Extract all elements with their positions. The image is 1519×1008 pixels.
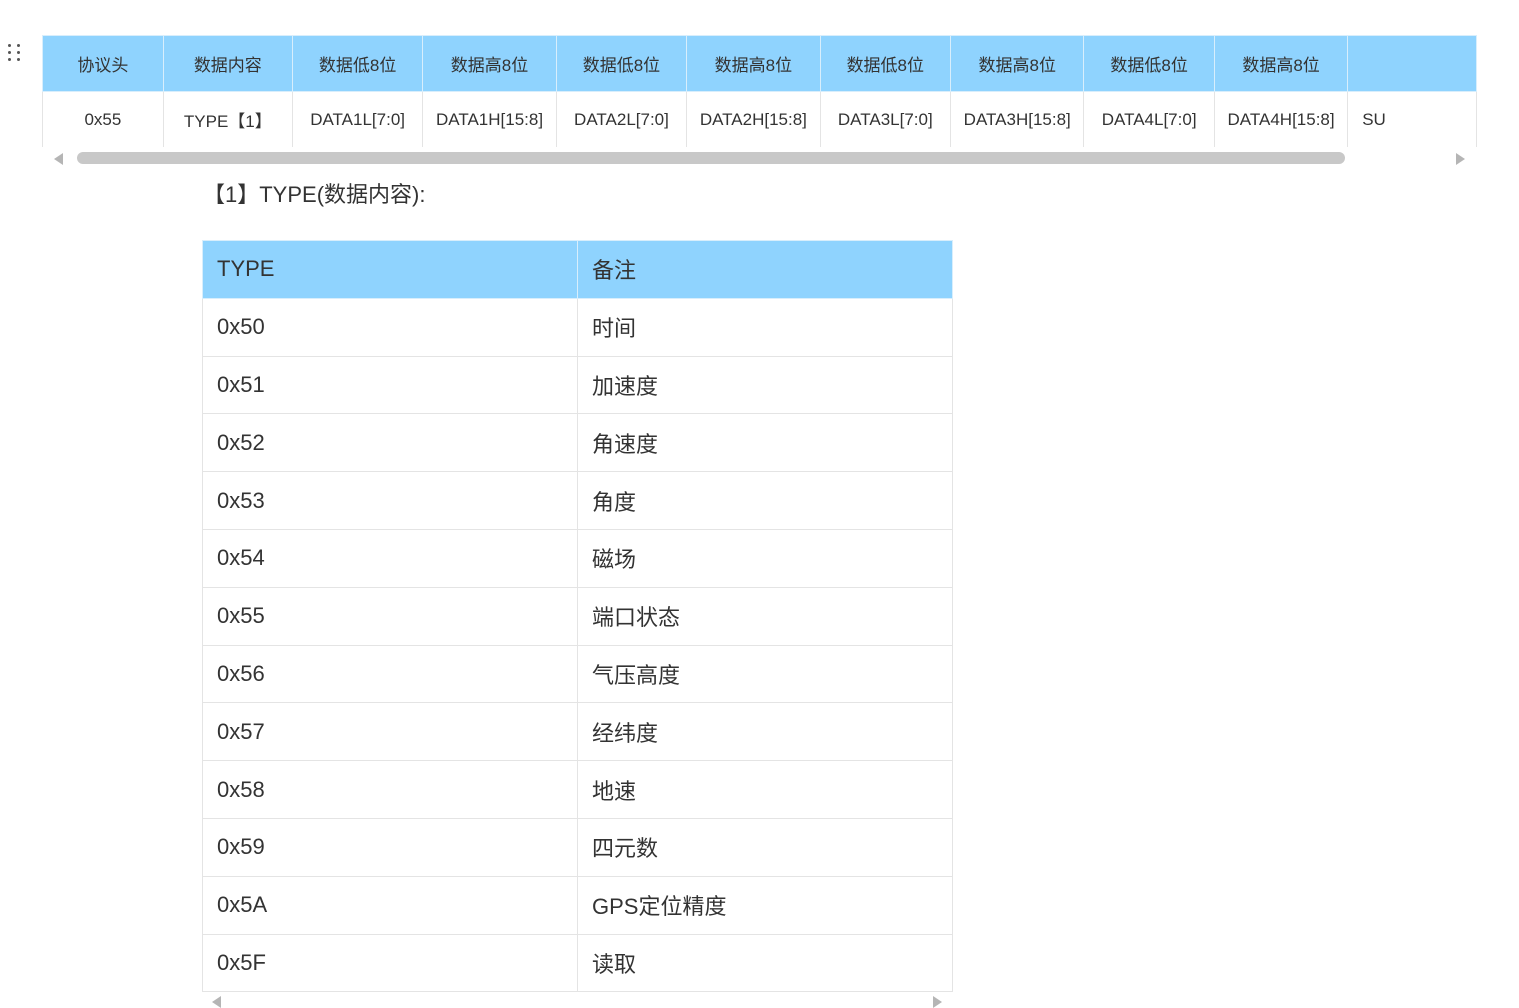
table-row: 0x5F 读取 xyxy=(202,933,953,993)
protocol-header-cell: 数据高8位 xyxy=(422,35,557,92)
type-remark-cell: 磁场 xyxy=(577,528,953,588)
protocol-header-cell: 数据低8位 xyxy=(555,35,688,92)
protocol-header-cell: 数据高8位 xyxy=(950,35,1085,92)
scroll-left-arrow-icon[interactable] xyxy=(212,996,221,1008)
type-remark-cell: 端口状态 xyxy=(577,586,953,646)
type-remark-cell: 读取 xyxy=(577,933,953,993)
type-remark-cell: 角度 xyxy=(577,471,953,530)
type-code-cell: 0x57 xyxy=(202,702,578,762)
remark-header-cell: 备注 xyxy=(577,240,953,299)
type-table-scrollbar[interactable] xyxy=(212,995,942,1008)
type-code-cell: 0x50 xyxy=(202,297,578,357)
protocol-cell: SU xyxy=(1347,91,1477,147)
drag-handle-icon[interactable] xyxy=(8,44,22,64)
type-remark-cell: 时间 xyxy=(577,297,953,357)
type-remark-cell: GPS定位精度 xyxy=(577,875,953,935)
type-code-cell: 0x59 xyxy=(202,817,578,877)
type-code-cell: 0x53 xyxy=(202,471,578,530)
table-row: 0x55 端口状态 xyxy=(202,586,953,646)
table-row: 0x54 磁场 xyxy=(202,528,953,588)
protocol-header-cell: 数据高8位 xyxy=(686,35,821,92)
protocol-cell: DATA3H[15:8] xyxy=(950,91,1085,147)
table-row: 0x5A GPS定位精度 xyxy=(202,875,953,935)
scroll-left-arrow-icon[interactable] xyxy=(54,153,63,165)
type-code-cell: 0x56 xyxy=(202,644,578,704)
protocol-cell: DATA1H[15:8] xyxy=(422,91,557,147)
protocol-table: 协议头 数据内容 数据低8位 数据高8位 数据低8位 数据高8位 数据低8位 数… xyxy=(42,35,1477,147)
table-row: 0x59 四元数 xyxy=(202,817,953,877)
protocol-header-cell: 数据高8位 xyxy=(1213,35,1349,92)
type-code-cell: 0x54 xyxy=(202,528,578,588)
type-remark-cell: 加速度 xyxy=(577,355,953,415)
page: 协议头 数据内容 数据低8位 数据高8位 数据低8位 数据高8位 数据低8位 数… xyxy=(0,0,1519,1008)
type-remark-cell: 地速 xyxy=(577,760,953,819)
type-section-heading: 【1】TYPE(数据内容): xyxy=(203,182,426,207)
scroll-right-arrow-icon[interactable] xyxy=(933,996,942,1008)
type-code-cell: 0x55 xyxy=(202,586,578,646)
table-row: 0x50 时间 xyxy=(202,297,953,357)
protocol-table-container: 协议头 数据内容 数据低8位 数据高8位 数据低8位 数据高8位 数据低8位 数… xyxy=(42,35,1477,147)
type-remark-cell: 四元数 xyxy=(577,817,953,877)
protocol-cell: DATA2H[15:8] xyxy=(686,91,821,147)
protocol-cell: DATA4H[15:8] xyxy=(1213,91,1349,147)
protocol-cell: DATA4L[7:0] xyxy=(1083,91,1215,147)
protocol-cell: TYPE【1】 xyxy=(162,91,293,147)
protocol-table-scrollbar[interactable] xyxy=(52,150,1467,166)
table-row: 0x58 地速 xyxy=(202,760,953,819)
table-row: 0x57 经纬度 xyxy=(202,702,953,762)
type-remark-cell: 角速度 xyxy=(577,413,953,473)
protocol-header-cell: 数据低8位 xyxy=(819,35,952,92)
type-code-cell: 0x5A xyxy=(202,875,578,935)
type-header-cell: TYPE xyxy=(202,240,578,299)
type-code-cell: 0x52 xyxy=(202,413,578,473)
protocol-cell: 0x55 xyxy=(42,91,164,147)
type-table-container: TYPE 备注 0x50 时间 0x51 加速度 0x52 角速度 0x53 角… xyxy=(202,240,953,993)
table-row: 0x56 气压高度 xyxy=(202,644,953,704)
protocol-cell: DATA3L[7:0] xyxy=(819,91,952,147)
type-code-cell: 0x58 xyxy=(202,760,578,819)
protocol-header-cell: 数据低8位 xyxy=(1083,35,1215,92)
type-code-cell: 0x51 xyxy=(202,355,578,415)
type-remark-cell: 气压高度 xyxy=(577,644,953,704)
protocol-cell: DATA1L[7:0] xyxy=(291,91,424,147)
table-row: 0x53 角度 xyxy=(202,471,953,530)
protocol-header-cell: 数据低8位 xyxy=(291,35,424,92)
table-row: 0x51 加速度 xyxy=(202,355,953,415)
table-row: 0x52 角速度 xyxy=(202,413,953,473)
protocol-data-row: 0x55 TYPE【1】 DATA1L[7:0] DATA1H[15:8] DA… xyxy=(42,91,1477,147)
protocol-header-cell xyxy=(1347,35,1477,92)
protocol-header-cell: 协议头 xyxy=(42,35,164,92)
protocol-cell: DATA2L[7:0] xyxy=(555,91,688,147)
protocol-header-row: 协议头 数据内容 数据低8位 数据高8位 数据低8位 数据高8位 数据低8位 数… xyxy=(42,35,1477,92)
scrollbar-thumb[interactable] xyxy=(77,152,1345,164)
type-code-cell: 0x5F xyxy=(202,933,578,993)
scroll-right-arrow-icon[interactable] xyxy=(1456,153,1465,165)
type-remark-cell: 经纬度 xyxy=(577,702,953,762)
type-table: TYPE 备注 0x50 时间 0x51 加速度 0x52 角速度 0x53 角… xyxy=(202,240,953,993)
type-header-row: TYPE 备注 xyxy=(202,240,953,299)
protocol-header-cell: 数据内容 xyxy=(162,35,293,92)
